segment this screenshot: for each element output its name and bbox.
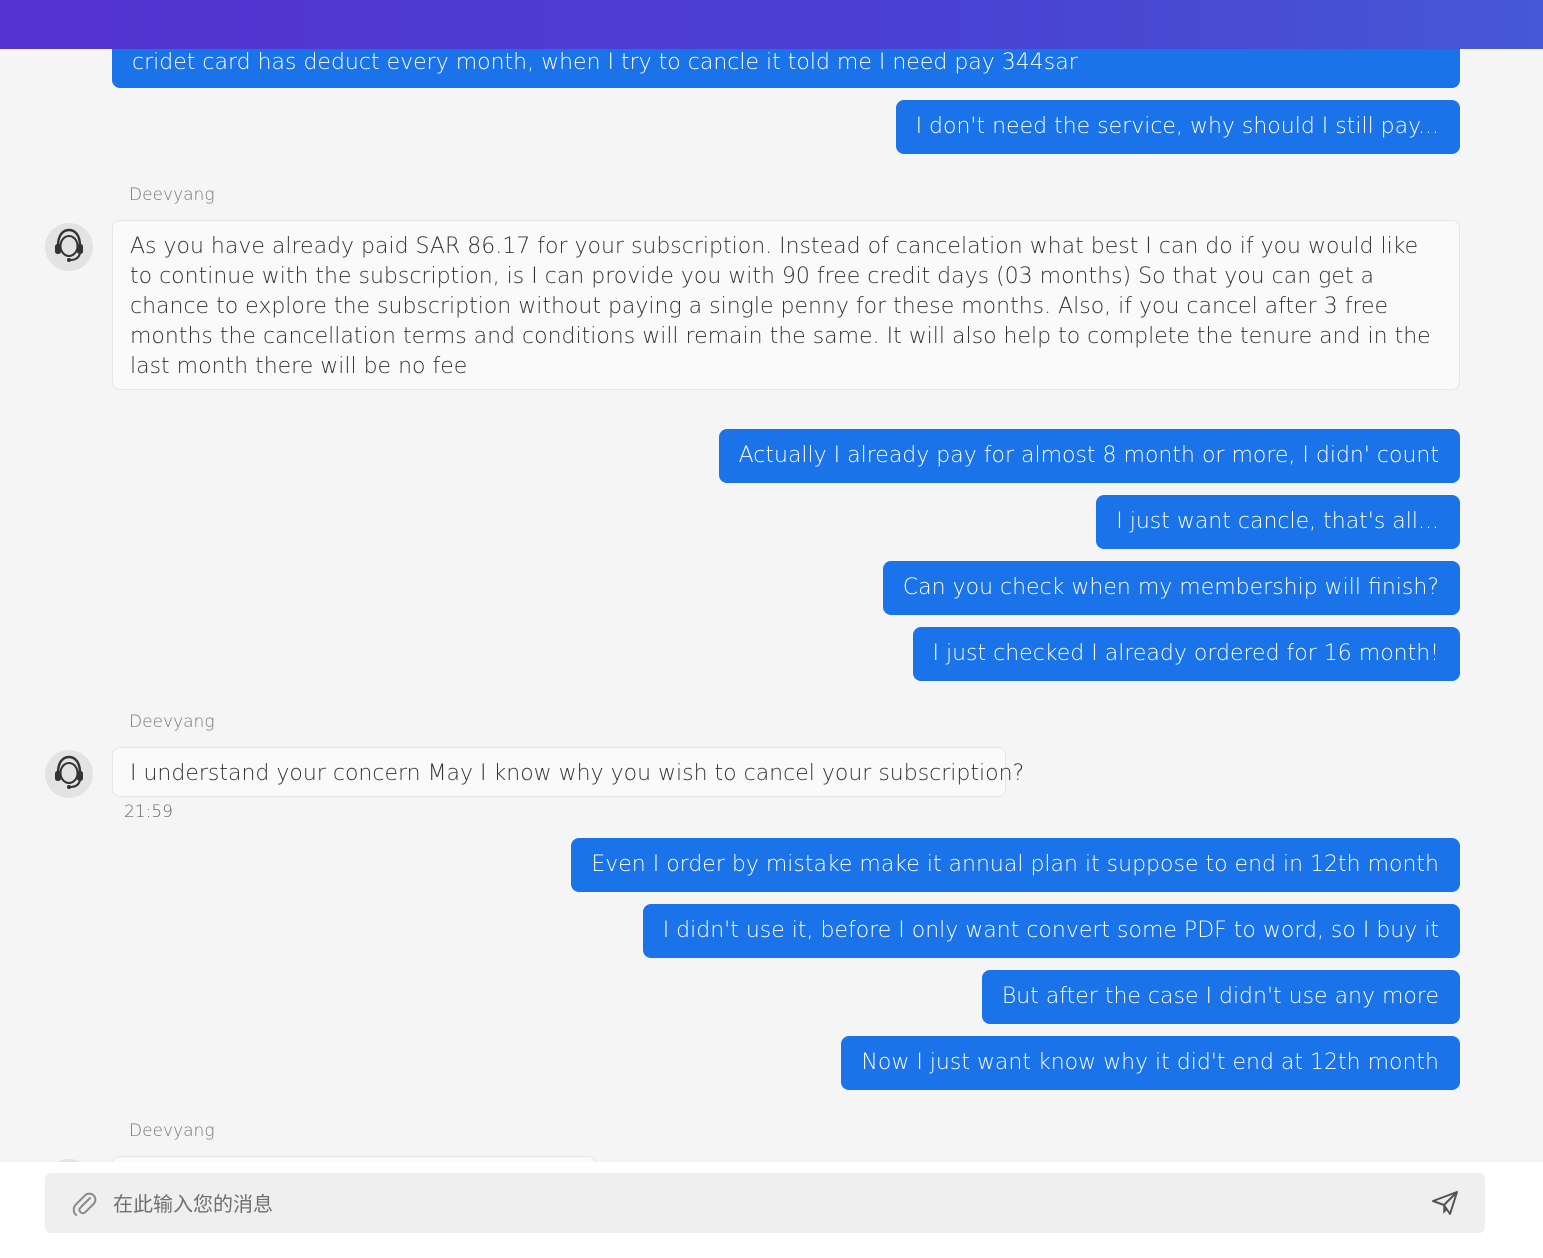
user-message: I didn't use it, before I only want conv… xyxy=(642,904,1460,958)
send-icon[interactable] xyxy=(1431,1190,1459,1216)
user-message-row: But after the case I didn't use any more xyxy=(981,970,1460,1024)
agent-message: I understand your concern May I know why… xyxy=(112,747,1024,797)
user-message: I just checked I already ordered for 16 … xyxy=(912,627,1460,681)
user-message: But after the case I didn't use any more xyxy=(981,970,1460,1024)
user-message-row: Now I just want know why it did't end at… xyxy=(841,1036,1460,1090)
agent-avatar xyxy=(45,223,93,271)
user-message: Even I order by mistake make it annual p… xyxy=(571,838,1460,892)
user-message: I just want cancle, that's all... xyxy=(1096,495,1460,549)
message-timestamp: 21:59 xyxy=(124,802,173,822)
user-message: I don't need the service, why should I s… xyxy=(895,100,1460,154)
agent-avatar xyxy=(45,750,93,798)
user-message-row: I just want cancle, that's all... xyxy=(1096,495,1460,549)
user-message-row: I didn't use it, before I only want conv… xyxy=(642,904,1460,958)
user-message-row: I don't need the service, why should I s… xyxy=(895,100,1460,154)
message-input[interactable] xyxy=(111,1173,1415,1235)
paperclip-icon[interactable] xyxy=(71,1189,97,1217)
agent-name: Deevyang xyxy=(129,1121,215,1141)
message-composer xyxy=(45,1173,1485,1235)
agent-name: Deevyang xyxy=(129,712,215,732)
user-message-row: Actually I already pay for almost 8 mont… xyxy=(718,429,1460,483)
user-message-row: Can you check when my membership will fi… xyxy=(882,561,1460,615)
user-message-row: I just checked I already ordered for 16 … xyxy=(912,627,1460,681)
agent-name: Deevyang xyxy=(129,185,215,205)
headset-agent-icon xyxy=(49,752,89,796)
headset-agent-icon xyxy=(49,225,89,269)
user-message-row: Even I order by mistake make it annual p… xyxy=(571,838,1460,892)
user-message: Actually I already pay for almost 8 mont… xyxy=(718,429,1460,483)
user-message: Now I just want know why it did't end at… xyxy=(841,1036,1460,1090)
agent-message: As you have already paid SAR 86.17 for y… xyxy=(112,220,1460,390)
chat-transcript[interactable]: cridet card has deduct every month, when… xyxy=(0,0,1543,1162)
user-message: Can you check when my membership will fi… xyxy=(882,561,1460,615)
header-bar xyxy=(0,0,1543,49)
